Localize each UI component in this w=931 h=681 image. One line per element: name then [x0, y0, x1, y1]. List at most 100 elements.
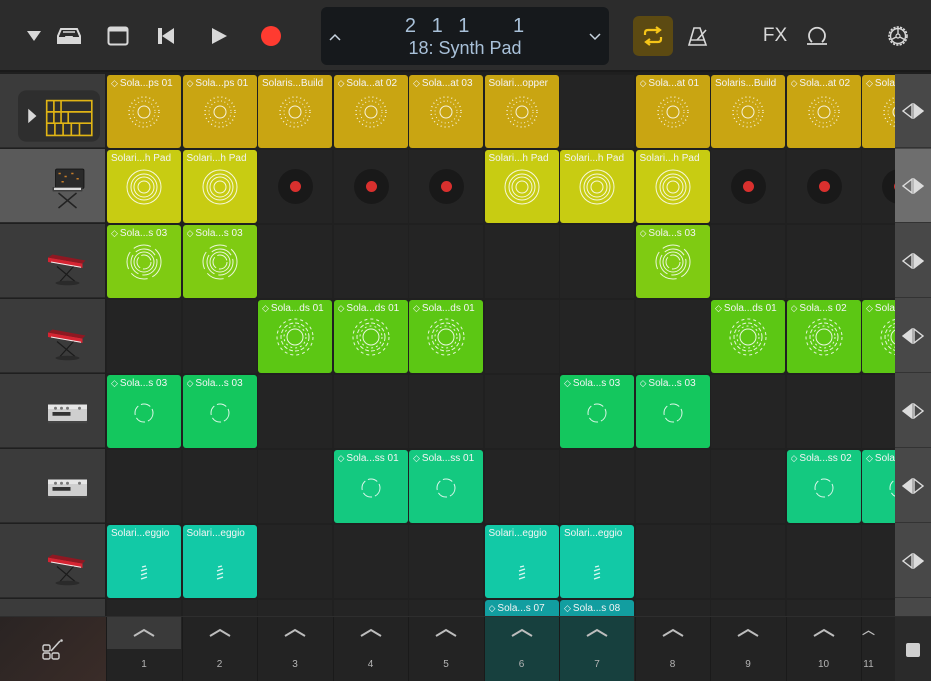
- loop-cell[interactable]: Solari...eggio: [484, 525, 559, 598]
- empty-cell[interactable]: [409, 375, 483, 448]
- track-header-2[interactable]: [0, 149, 105, 223]
- scene-trigger-8[interactable]: 8: [634, 617, 710, 681]
- record-cell[interactable]: [258, 150, 332, 223]
- track-header-1[interactable]: [0, 74, 105, 148]
- empty-cell[interactable]: [107, 450, 181, 523]
- empty-cell[interactable]: [409, 225, 483, 298]
- loop-cell[interactable]: Solaris...Build: [711, 75, 785, 148]
- empty-cell[interactable]: [862, 375, 895, 448]
- edit-cells-button[interactable]: [0, 617, 106, 681]
- settings-button[interactable]: [884, 22, 912, 50]
- loop-cell[interactable]: ◇ Sola...ds 01: [258, 300, 332, 373]
- empty-cell[interactable]: [258, 225, 332, 298]
- loop-cell[interactable]: ◇Sola...at 03: [862, 75, 895, 148]
- loop-cell[interactable]: Solari...h Pad: [635, 150, 710, 223]
- scene-trigger-7[interactable]: 7: [559, 617, 634, 681]
- empty-cell[interactable]: [333, 375, 408, 448]
- lcd-display[interactable]: 2 1 1 1 18: Synth Pad: [321, 7, 609, 65]
- empty-cell[interactable]: [862, 600, 895, 616]
- loop-cell[interactable]: Solari...h Pad: [560, 150, 634, 223]
- empty-cell[interactable]: [711, 375, 785, 448]
- track-activate-button[interactable]: [895, 374, 931, 448]
- empty-cell[interactable]: [635, 600, 710, 616]
- scene-trigger-3[interactable]: 3: [257, 617, 332, 681]
- loop-cell[interactable]: Solari...h Pad: [484, 150, 559, 223]
- loop-cell[interactable]: ◇ Sola...at 01: [635, 75, 710, 148]
- empty-cell[interactable]: [635, 450, 710, 523]
- cell-record-button[interactable]: [882, 169, 895, 204]
- next-track-button[interactable]: [585, 27, 605, 47]
- cell-record-button[interactable]: [731, 169, 766, 204]
- empty-cell[interactable]: [711, 525, 785, 598]
- empty-cell[interactable]: [182, 300, 257, 373]
- cell-record-button[interactable]: [429, 169, 464, 204]
- loop-cell[interactable]: ◇ Sola...s 03: [107, 375, 181, 448]
- loop-cell[interactable]: ◇ Sola...ds 01: [711, 300, 785, 373]
- loop-cell[interactable]: Solari...h Pad: [107, 150, 181, 223]
- empty-cell[interactable]: [862, 225, 895, 298]
- empty-cell[interactable]: [107, 600, 181, 616]
- scene-trigger-2[interactable]: 2: [181, 617, 257, 681]
- loop-cell[interactable]: ◇ Sola...ds 01: [409, 300, 483, 373]
- loop-cell[interactable]: ◇ Sola...ds 01: [333, 300, 408, 373]
- scene-trigger-4[interactable]: 4: [332, 617, 408, 681]
- cell-record-button[interactable]: [806, 169, 842, 204]
- empty-cell[interactable]: [182, 600, 257, 616]
- loop-cell[interactable]: ◇Sola...s 02: [862, 300, 895, 373]
- empty-cell[interactable]: [333, 525, 408, 598]
- empty-cell[interactable]: [484, 300, 559, 373]
- browser-button[interactable]: [55, 22, 83, 50]
- empty-cell[interactable]: [182, 450, 257, 523]
- loop-browser-button[interactable]: [803, 22, 831, 50]
- loop-cell[interactable]: ◇ Sola...s 03: [635, 375, 710, 448]
- scene-trigger-10[interactable]: 10: [785, 617, 861, 681]
- loop-cell[interactable]: ◇ Sola...s 03: [560, 375, 634, 448]
- go-to-start-button[interactable]: [152, 22, 180, 50]
- track-activate-button[interactable]: [895, 74, 931, 148]
- empty-cell[interactable]: [560, 450, 634, 523]
- empty-cell[interactable]: [258, 525, 332, 598]
- empty-cell[interactable]: [786, 525, 861, 598]
- loop-cell[interactable]: ◇Sola...ss 02: [862, 450, 895, 523]
- empty-cell[interactable]: [862, 525, 895, 598]
- loop-cell[interactable]: ◇Sola...ss 02: [786, 450, 861, 523]
- scene-trigger-1[interactable]: 1: [106, 617, 181, 681]
- loop-cell[interactable]: ◇ Sola...ss 01: [333, 450, 408, 523]
- empty-cell[interactable]: [786, 225, 861, 298]
- empty-cell[interactable]: [635, 525, 710, 598]
- track-activate-button[interactable]: [895, 224, 931, 298]
- cycle-button[interactable]: [633, 16, 673, 56]
- empty-cell[interactable]: [560, 75, 634, 148]
- empty-cell[interactable]: [258, 450, 332, 523]
- empty-cell[interactable]: [711, 600, 785, 616]
- empty-cell[interactable]: [560, 225, 634, 298]
- loop-cell[interactable]: ◇ Sola...ps 01: [107, 75, 181, 148]
- empty-cell[interactable]: [333, 225, 408, 298]
- record-button[interactable]: [257, 22, 285, 50]
- loop-cell[interactable]: ◇ Sola...s 07: [484, 600, 559, 616]
- track-activate-button[interactable]: [895, 299, 931, 373]
- loop-cell[interactable]: ◇ Sola...s 08: [560, 600, 634, 616]
- scene-trigger-11[interactable]: 11: [861, 617, 875, 681]
- metronome-button[interactable]: [684, 22, 712, 50]
- empty-cell[interactable]: [409, 525, 483, 598]
- scene-trigger-9[interactable]: 9: [710, 617, 785, 681]
- empty-cell[interactable]: [258, 375, 332, 448]
- empty-cell[interactable]: [635, 300, 710, 373]
- track-header-3[interactable]: [0, 224, 105, 298]
- view-menu-button[interactable]: [20, 22, 48, 50]
- cell-record-button[interactable]: [353, 169, 389, 204]
- track-activate-button[interactable]: [895, 524, 931, 598]
- loop-cell[interactable]: Solari...eggio: [182, 525, 257, 598]
- empty-cell[interactable]: [333, 600, 408, 616]
- record-cell[interactable]: [711, 150, 785, 223]
- loop-cell[interactable]: Solari...opper: [484, 75, 559, 148]
- loop-cell[interactable]: ◇Sola...s 02: [786, 300, 861, 373]
- empty-cell[interactable]: [258, 600, 332, 616]
- track-activate-button[interactable]: [895, 449, 931, 523]
- window-button[interactable]: [104, 22, 132, 50]
- cell-record-button[interactable]: [278, 169, 313, 204]
- play-button[interactable]: [205, 22, 233, 50]
- record-cell[interactable]: [409, 150, 483, 223]
- empty-cell[interactable]: [484, 225, 559, 298]
